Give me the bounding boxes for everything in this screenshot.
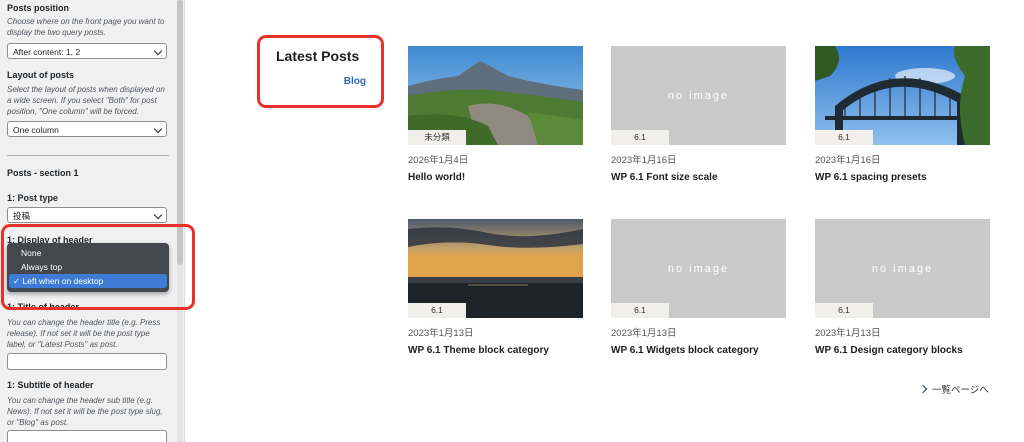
layout-of-posts-label: Layout of posts [7, 70, 74, 80]
customizer-sidebar: Posts position Choose where on the front… [0, 0, 185, 442]
post-date: 2026年1月4日 [408, 155, 469, 166]
post-date: 2023年1月13日 [815, 328, 881, 339]
category-tag[interactable]: 未分類 [408, 130, 466, 145]
layout-of-posts-select[interactable]: One column [7, 121, 167, 137]
highlight-box-header [257, 35, 384, 108]
posts-position-select[interactable]: After content: 1, 2 [7, 43, 167, 59]
archive-link[interactable]: 一覧ページへ [918, 382, 989, 396]
posts-position-value: After content: 1, 2 [13, 47, 81, 57]
post-date: 2023年1月13日 [611, 328, 677, 339]
post-date: 2023年1月13日 [408, 328, 474, 339]
chevron-down-icon [153, 46, 163, 56]
highlight-box-dropdown [1, 224, 195, 310]
category-tag[interactable]: 6.1 [408, 303, 466, 318]
post-thumbnail[interactable]: no image 6.1 [815, 219, 990, 318]
posts-position-description: Choose where on the front page you want … [7, 17, 165, 37]
post-type-value: 投稿 [13, 211, 31, 221]
header-subtitle[interactable]: Blog [344, 76, 366, 87]
post-title[interactable]: Hello world! [408, 172, 465, 183]
post-type-label: 1: Post type [7, 193, 59, 203]
post-title[interactable]: WP 6.1 Font size scale [611, 172, 718, 183]
post-title[interactable]: WP 6.1 spacing presets [815, 172, 927, 183]
subtitle-of-header-label: 1: Subtitle of header [7, 380, 94, 390]
post-title[interactable]: WP 6.1 Design category blocks [815, 345, 963, 356]
title-of-header-description: You can change the header title (e.g. Pr… [7, 318, 161, 349]
layout-of-posts-description: Select the layout of posts when displaye… [7, 85, 165, 116]
post-thumbnail[interactable]: 6.1 [815, 46, 990, 145]
post-title[interactable]: WP 6.1 Widgets block category [611, 345, 759, 356]
category-tag[interactable]: 6.1 [815, 303, 873, 318]
chevron-down-icon [153, 124, 163, 134]
post-thumbnail[interactable]: 6.1 [408, 219, 583, 318]
subtitle-of-header-input[interactable] [7, 430, 167, 442]
post-title[interactable]: WP 6.1 Theme block category [408, 345, 549, 356]
post-thumbnail[interactable]: no image 6.1 [611, 219, 786, 318]
archive-link-label: 一覧ページへ [932, 385, 989, 396]
layout-of-posts-value: One column [13, 125, 59, 135]
title-of-header-input[interactable] [7, 353, 167, 370]
post-type-select[interactable]: 投稿 [7, 207, 167, 223]
post-thumbnail[interactable]: 未分類 [408, 46, 583, 145]
category-tag[interactable]: 6.1 [611, 130, 669, 145]
category-tag[interactable]: 6.1 [611, 303, 669, 318]
post-date: 2023年1月16日 [611, 155, 677, 166]
header-title: Latest Posts [276, 48, 360, 64]
posts-position-label: Posts position [7, 3, 70, 13]
post-date: 2023年1月16日 [815, 155, 881, 166]
sidebar-scrollbar[interactable] [177, 0, 183, 442]
subtitle-of-header-description: You can change the header sub title (e.g… [7, 396, 163, 427]
chevron-right-icon [918, 384, 928, 394]
post-thumbnail[interactable]: no image 6.1 [611, 46, 786, 145]
category-tag[interactable]: 6.1 [815, 130, 873, 145]
section-title: Posts - section 1 [7, 168, 79, 178]
section-divider [7, 155, 169, 156]
chevron-down-icon [153, 210, 163, 220]
